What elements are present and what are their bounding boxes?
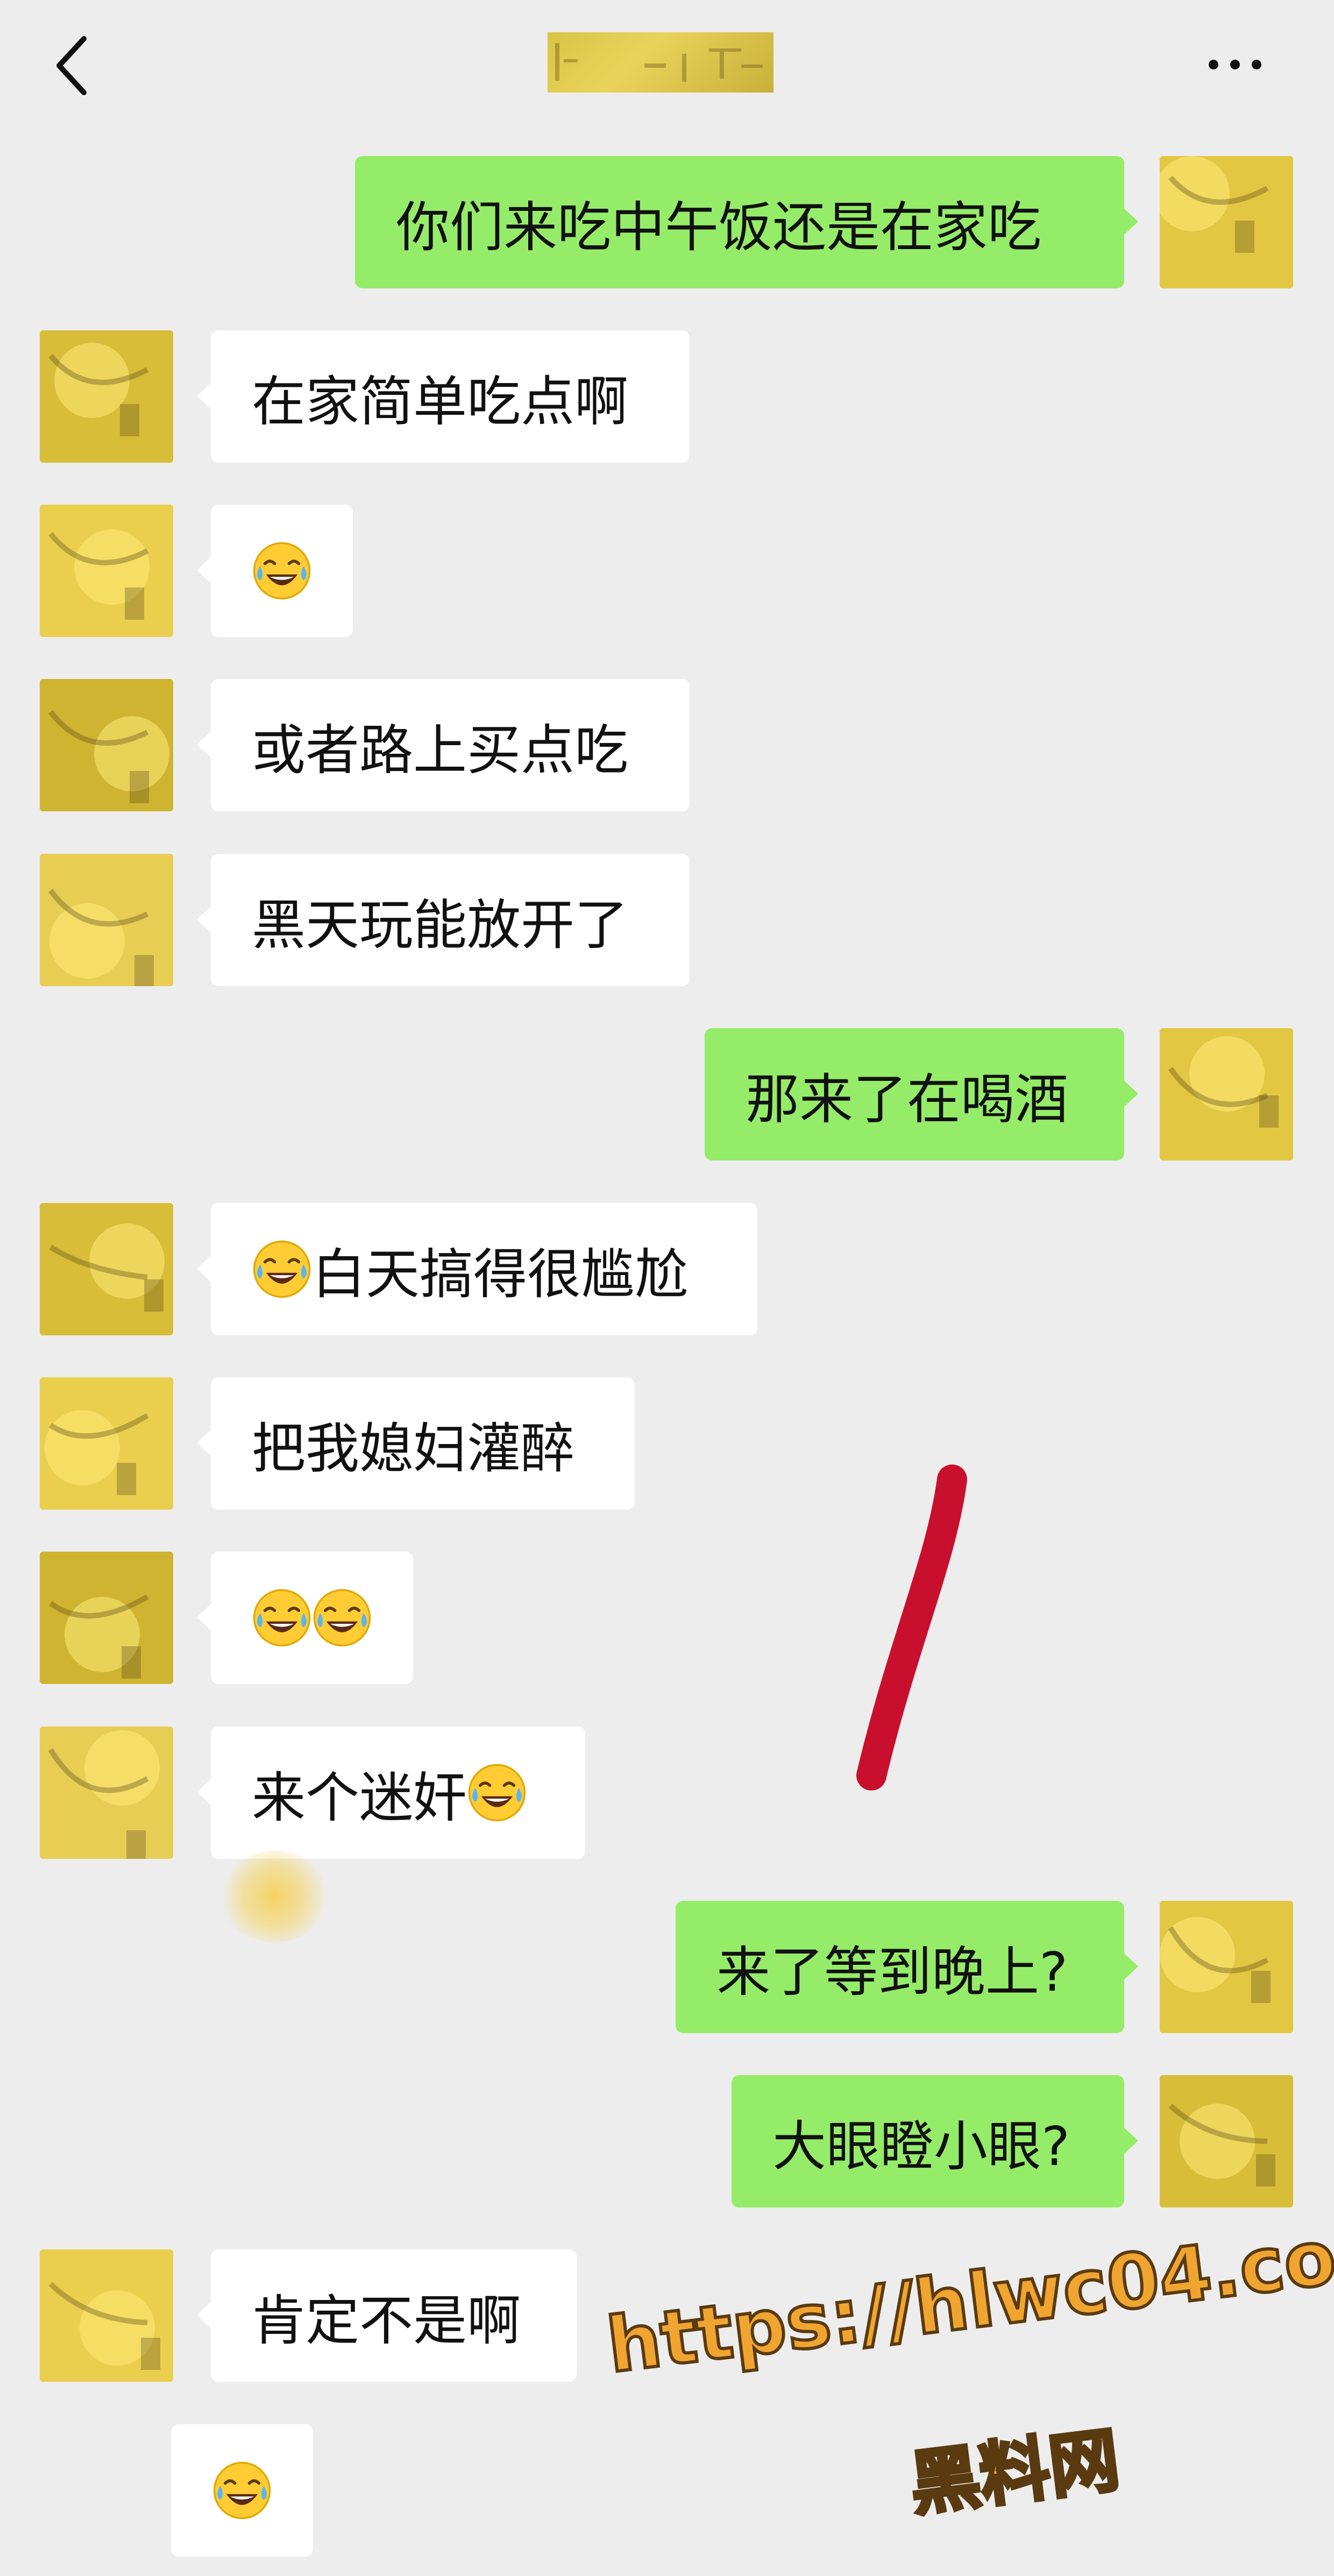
message-text: 在家简单吃点啊: [252, 370, 628, 433]
message-text: 黑天玩能放开了: [252, 893, 628, 957]
tears-of-joy-emoji: [253, 1589, 311, 1647]
message-row-incoming: 来个迷奸: [0, 1726, 1334, 1861]
message-bubble[interactable]: [197, 1552, 413, 1684]
message-row-incoming: 黑天玩能放开了: [0, 854, 1334, 988]
message-row-outgoing: 来了等到晚上?: [0, 1901, 1334, 2035]
message-row-outgoing: 那来了在喝酒: [0, 1028, 1334, 1163]
message-row-outgoing: 你们来吃中午饭还是在家吃: [0, 156, 1334, 291]
my-avatar[interactable]: [1160, 1901, 1293, 2033]
watermark: https://hlwc04.com 黑料网: [601, 2203, 1334, 2527]
chat-header: [0, 0, 1334, 135]
contact-avatar[interactable]: [40, 1726, 173, 1859]
tears-of-joy-emoji: [313, 1589, 371, 1647]
contact-avatar[interactable]: [40, 1203, 173, 1335]
more-horizontal-icon: [1209, 60, 1261, 69]
contact-avatar[interactable]: [40, 330, 173, 463]
message-bubble[interactable]: 你们来吃中午饭还是在家吃: [355, 156, 1138, 288]
message-bubble[interactable]: [171, 2424, 313, 2557]
message-bubble[interactable]: 把我媳妇灌醉: [197, 1377, 635, 1510]
my-avatar[interactable]: [1160, 156, 1293, 288]
back-button[interactable]: [47, 28, 96, 103]
tears-of-joy-emoji: [253, 542, 311, 600]
message-row-outgoing: 大眼瞪小眼?: [0, 2075, 1334, 2210]
chat-title-redacted: [548, 32, 774, 93]
message-text: 那来了在喝酒: [746, 1067, 1068, 1131]
message-text: 或者路上买点吃: [252, 718, 628, 782]
message-bubble[interactable]: 来个迷奸: [197, 1726, 585, 1859]
message-row-incoming: [0, 505, 1334, 639]
contact-avatar[interactable]: [40, 679, 173, 811]
my-avatar[interactable]: [1160, 1028, 1293, 1160]
message-bubble[interactable]: [197, 505, 353, 637]
message-text: 来了等到晚上?: [716, 1940, 1068, 2004]
tears-of-joy-emoji: [213, 2461, 271, 2520]
contact-avatar[interactable]: [40, 854, 173, 986]
contact-avatar[interactable]: [40, 1552, 173, 1684]
message-bubble[interactable]: 或者路上买点吃: [197, 679, 690, 811]
chat-title: [548, 32, 774, 93]
red-stroke-annotation: [856, 1464, 967, 1791]
message-row-incoming: [0, 1552, 1334, 1686]
message-row-incoming: 白天搞得很尴尬: [0, 1203, 1334, 1337]
more-options-button[interactable]: [1203, 48, 1267, 81]
message-text: 把我媳妇灌醉: [252, 1417, 574, 1480]
contact-avatar[interactable]: [40, 1377, 173, 1510]
message-bubble[interactable]: 来了等到晚上?: [676, 1901, 1138, 2033]
chevron-left-icon: [56, 36, 87, 95]
watermark-url: https://hlwc04.com: [601, 2203, 1334, 2392]
message-bubble[interactable]: 在家简单吃点啊: [197, 330, 690, 463]
tears-of-joy-emoji: [253, 1240, 311, 1298]
message-text: 肯定不是啊: [252, 2289, 521, 2352]
message-bubble[interactable]: 黑天玩能放开了: [197, 854, 690, 986]
message-row-incoming: 在家简单吃点啊: [0, 330, 1334, 465]
tears-of-joy-emoji: [468, 1764, 526, 1822]
message-text: 你们来吃中午饭还是在家吃: [396, 195, 1041, 259]
message-text: 来个迷奸: [252, 1766, 467, 1829]
message-bubble[interactable]: 肯定不是啊: [197, 2249, 577, 2382]
message-bubble[interactable]: 那来了在喝酒: [705, 1028, 1138, 1160]
message-bubble[interactable]: 白天搞得很尴尬: [197, 1203, 757, 1335]
my-avatar[interactable]: [1160, 2075, 1293, 2207]
message-bubble[interactable]: 大眼瞪小眼?: [732, 2075, 1138, 2207]
message-row-incoming: 把我媳妇灌醉: [0, 1377, 1334, 1512]
sticker-fragment: [221, 1851, 328, 1942]
message-text: 大眼瞪小眼?: [772, 2114, 1070, 2178]
message-row-incoming: 或者路上买点吃: [0, 679, 1334, 813]
contact-avatar[interactable]: [40, 2249, 173, 2382]
contact-avatar[interactable]: [40, 505, 173, 637]
message-text: 白天搞得很尴尬: [312, 1242, 689, 1306]
